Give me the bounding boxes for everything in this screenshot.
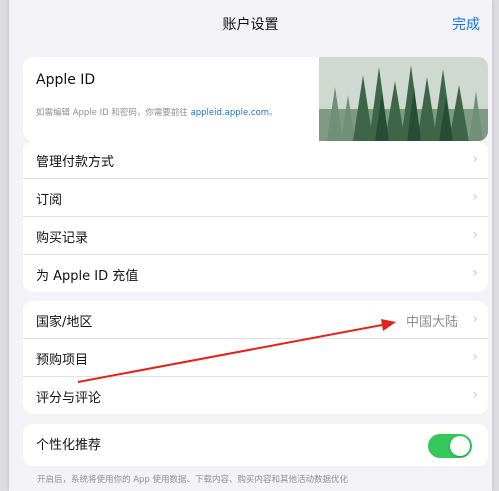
apple-id-label: Apple ID bbox=[36, 72, 96, 88]
row-label: 国家/地区 bbox=[36, 315, 93, 330]
country-region-row[interactable]: 国家/地区 中国大陆 › bbox=[23, 301, 488, 339]
chevron-right-icon: › bbox=[472, 349, 478, 365]
payment-methods-row[interactable]: 管理付款方式 › bbox=[23, 141, 488, 179]
apple-id-note: 如需编辑 Apple ID 和密码，你需要前往 appleid.apple.co… bbox=[36, 106, 278, 118]
forest-image bbox=[319, 57, 488, 141]
row-label: 个性化推荐 bbox=[36, 438, 102, 453]
toggle-knob bbox=[450, 436, 470, 456]
personalization-card: 个性化推荐 bbox=[23, 424, 488, 466]
row-label: 管理付款方式 bbox=[36, 155, 115, 170]
chevron-right-icon: › bbox=[472, 151, 478, 167]
row-label: 评分与评论 bbox=[36, 391, 102, 406]
chevron-right-icon: › bbox=[472, 227, 478, 243]
region-group: 国家/地区 中国大陆 › 预购项目 › 评分与评论 › bbox=[23, 301, 488, 414]
payment-group: 管理付款方式 › 订阅 › 购买记录 › 为 Apple ID 充值 › bbox=[23, 141, 488, 292]
page-title: 账户设置 bbox=[222, 17, 279, 33]
add-funds-row[interactable]: 为 Apple ID 充值 › bbox=[23, 255, 488, 292]
nav-bar: 账户设置 完成 bbox=[9, 0, 492, 48]
done-button[interactable]: 完成 bbox=[452, 14, 480, 34]
row-label: 为 Apple ID 充值 bbox=[36, 269, 139, 284]
chevron-right-icon: › bbox=[472, 265, 478, 281]
subscriptions-row[interactable]: 订阅 › bbox=[23, 179, 488, 217]
chevron-right-icon: › bbox=[472, 311, 478, 327]
chevron-right-icon: › bbox=[472, 189, 478, 205]
chevron-right-icon: › bbox=[472, 387, 478, 403]
account-settings-sheet: 账户设置 完成 Apple ID 如需编辑 Apple ID 和密码，你需要前往… bbox=[9, 0, 492, 491]
preorders-row[interactable]: 预购项目 › bbox=[23, 339, 488, 377]
personalization-toggle[interactable] bbox=[428, 434, 472, 458]
row-label: 订阅 bbox=[36, 193, 63, 208]
personalized-recommendations-row: 个性化推荐 bbox=[23, 424, 488, 461]
row-label: 购买记录 bbox=[36, 231, 89, 246]
personalization-footnote: 开启后，系统将使用你的 App 使用数据、下载内容、购买内容和其他活动数据优化 bbox=[37, 475, 349, 485]
apple-id-note-suffix: 。 bbox=[269, 108, 278, 118]
row-label: 预购项目 bbox=[36, 353, 89, 368]
purchase-history-row[interactable]: 购买记录 › bbox=[23, 217, 488, 255]
ratings-reviews-row[interactable]: 评分与评论 › bbox=[23, 377, 488, 414]
apple-id-link[interactable]: appleid.apple.com bbox=[191, 108, 270, 118]
apple-id-note-text: 如需编辑 Apple ID 和密码，你需要前往 bbox=[36, 108, 188, 118]
apple-id-card: Apple ID 如需编辑 Apple ID 和密码，你需要前往 appleid… bbox=[23, 57, 488, 141]
country-region-value: 中国大陆 bbox=[405, 315, 458, 330]
